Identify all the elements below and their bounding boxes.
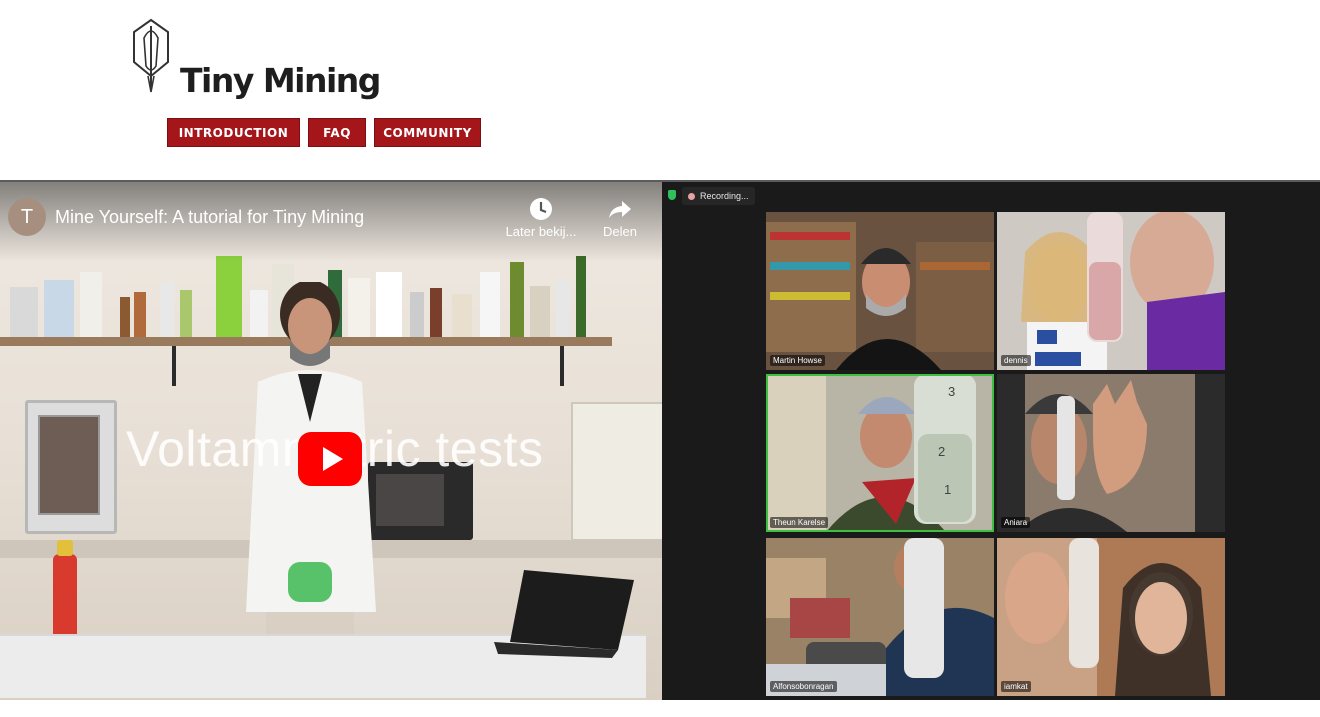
channel-avatar[interactable]: T: [8, 198, 46, 236]
youtube-play-button[interactable]: [298, 432, 362, 486]
participant-tile[interactable]: dennis: [997, 212, 1225, 370]
video-feed: [766, 212, 994, 370]
logo-mark-icon: [133, 18, 169, 93]
lab-cabinet: [571, 402, 662, 541]
nav-faq[interactable]: FAQ: [308, 118, 366, 147]
recording-label: Recording...: [700, 191, 749, 201]
video-feed: [997, 212, 1225, 370]
participant-name: Alfonsobonragan: [770, 681, 837, 692]
nav-introduction[interactable]: INTRODUCTION: [167, 118, 300, 147]
participant-name: Theun Karelse: [770, 517, 829, 528]
video-embed[interactable]: T Mine Yourself: A tutorial for Tiny Min…: [0, 182, 662, 700]
security-shield-icon: [668, 190, 676, 200]
video-title[interactable]: Mine Yourself: A tutorial for Tiny Minin…: [55, 207, 364, 228]
logo-text: Tiny Mining: [180, 61, 381, 100]
shelf-bracket: [560, 346, 564, 386]
share-icon: [609, 201, 631, 218]
video-feed: [766, 538, 994, 696]
participant-tile[interactable]: Aniara: [997, 374, 1225, 532]
recording-dot-icon: [688, 192, 695, 200]
svg-text:2: 2: [938, 444, 945, 459]
video-feed: [997, 374, 1225, 532]
participant-tile[interactable]: Martin Howse: [766, 212, 994, 370]
participant-tile[interactable]: Alfonsobonragan: [766, 538, 994, 696]
clock-icon: [530, 198, 552, 220]
watch-later-button[interactable]: Later bekij...: [503, 196, 579, 239]
share-label: Delen: [603, 224, 637, 239]
video-feed: 3 2 1: [766, 374, 994, 532]
participant-name: iamkat: [1001, 681, 1031, 692]
recording-indicator: Recording...: [682, 187, 755, 205]
incubator: [25, 400, 117, 534]
participant-name: Martin Howse: [770, 355, 825, 366]
video-feed: [997, 538, 1225, 696]
svg-text:1: 1: [944, 482, 951, 497]
participant-name: dennis: [1001, 355, 1031, 366]
site-logo[interactable]: Tiny Mining: [128, 16, 381, 106]
participant-name: Aniara: [1001, 517, 1031, 528]
share-button[interactable]: Delen: [598, 196, 642, 239]
laptop: [494, 570, 634, 658]
zoom-recording: Recording... Martin Howse dennis 3 2 1 T…: [662, 182, 1320, 700]
nav-community[interactable]: COMMUNITY: [374, 118, 481, 147]
watch-later-label: Later bekij...: [505, 224, 577, 239]
shelf-bracket: [172, 346, 176, 386]
participant-tile[interactable]: iamkat: [997, 538, 1225, 696]
participant-tile-active[interactable]: 3 2 1 Theun Karelse: [766, 374, 994, 532]
svg-text:3: 3: [948, 384, 955, 399]
main-nav: INTRODUCTION FAQ COMMUNITY: [167, 118, 481, 147]
